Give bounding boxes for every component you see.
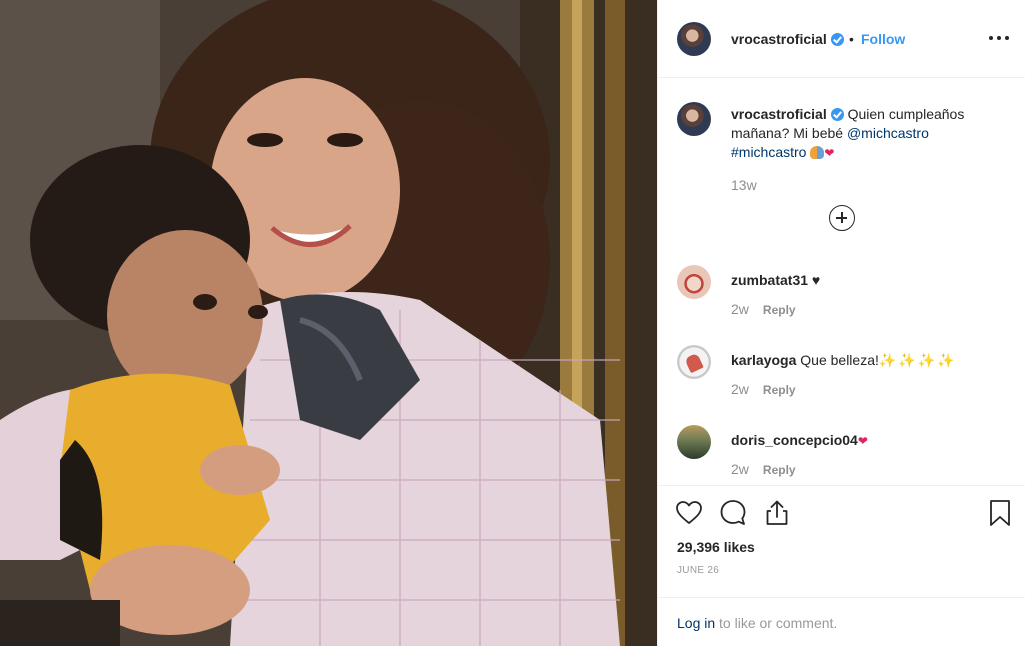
comment-text: ❤ [857, 434, 868, 448]
commenter-avatar[interactable] [677, 425, 711, 459]
sparkles-emoji-icon: ✨✨✨✨ [878, 352, 957, 368]
post-date[interactable]: JUNE 26 [677, 565, 719, 576]
separator-dot: • [849, 31, 854, 47]
reply-button[interactable]: Reply [763, 303, 796, 317]
comment-meta: 2w Reply [731, 301, 796, 317]
caption-mention-link[interactable]: @michcastro [847, 125, 929, 141]
commenter-username[interactable]: zumbatat31 [731, 272, 808, 288]
heart-icon[interactable] [674, 498, 704, 528]
comment-timestamp[interactable]: 2w [731, 381, 749, 397]
caption-hashtag-link[interactable]: #michcastro [731, 144, 806, 160]
commenter-avatar[interactable] [677, 265, 711, 299]
login-prompt-text-wrap: Log in to like or comment. [677, 615, 837, 631]
verified-badge-icon [830, 33, 844, 46]
post-header: vrocastroficial • Follow [658, 0, 1025, 78]
post-actions: 29,396 likes JUNE 26 Log in to like or c… [658, 485, 1025, 646]
comments-section[interactable]: vrocastroficial Quien cumpleaños mañana?… [658, 79, 1025, 485]
comment-text: Que belleza! [800, 352, 879, 368]
reply-button[interactable]: Reply [763, 383, 796, 397]
comment-item: doris_concepcio04❤ 2w Reply [658, 425, 1025, 485]
comment-timestamp[interactable]: 2w [731, 461, 749, 477]
comment-timestamp[interactable]: 2w [731, 301, 749, 317]
login-prompt: Log in to like or comment. [658, 597, 1025, 646]
comment-body: doris_concepcio04❤ [731, 432, 868, 448]
follow-button[interactable]: Follow [861, 31, 905, 47]
commenter-avatar[interactable] [677, 345, 711, 379]
post-photo-illustration [0, 0, 657, 646]
more-horizontal-icon[interactable] [989, 28, 1009, 48]
likes-count[interactable]: 29,396 likes [677, 539, 755, 555]
post-sidebar: vrocastroficial • Follow vrocastroficial… [657, 0, 1025, 646]
comment-meta: 2w Reply [731, 381, 796, 397]
red-heart-emoji-icon: ❤ [824, 146, 835, 160]
comment-body: zumbatat31 ♥ [731, 272, 820, 288]
comment-item: karlayoga Que belleza!✨✨✨✨ 2w Reply [658, 345, 1025, 417]
share-icon[interactable] [762, 498, 792, 528]
bookmark-icon[interactable] [987, 498, 1013, 528]
login-prompt-text: to like or comment. [715, 615, 838, 631]
caption-timestamp[interactable]: 13w [731, 177, 757, 193]
post-caption: vrocastroficial Quien cumpleaños mañana?… [731, 105, 1006, 163]
caption-avatar[interactable] [677, 102, 711, 136]
comment-meta: 2w Reply [731, 461, 796, 477]
family-emoji-icon [810, 146, 825, 159]
comment-body: karlayoga Que belleza!✨✨✨✨ [731, 352, 957, 369]
login-link[interactable]: Log in [677, 615, 715, 631]
post-photo[interactable] [0, 0, 657, 646]
action-bar [674, 498, 1014, 528]
comment-text: ♥ [811, 272, 821, 288]
reply-button[interactable]: Reply [763, 463, 796, 477]
caption-username[interactable]: vrocastroficial [731, 106, 827, 122]
author-username-wrap[interactable]: vrocastroficial [731, 31, 844, 47]
author-avatar[interactable] [677, 22, 711, 56]
author-username[interactable]: vrocastroficial [731, 31, 827, 47]
verified-badge-icon [830, 108, 844, 121]
commenter-username[interactable]: karlayoga [731, 352, 796, 368]
commenter-username[interactable]: doris_concepcio04 [731, 432, 858, 448]
load-more-comments-icon[interactable] [829, 205, 855, 231]
comment-icon[interactable] [718, 498, 748, 528]
comment-item: zumbatat31 ♥ 2w Reply [658, 265, 1025, 337]
